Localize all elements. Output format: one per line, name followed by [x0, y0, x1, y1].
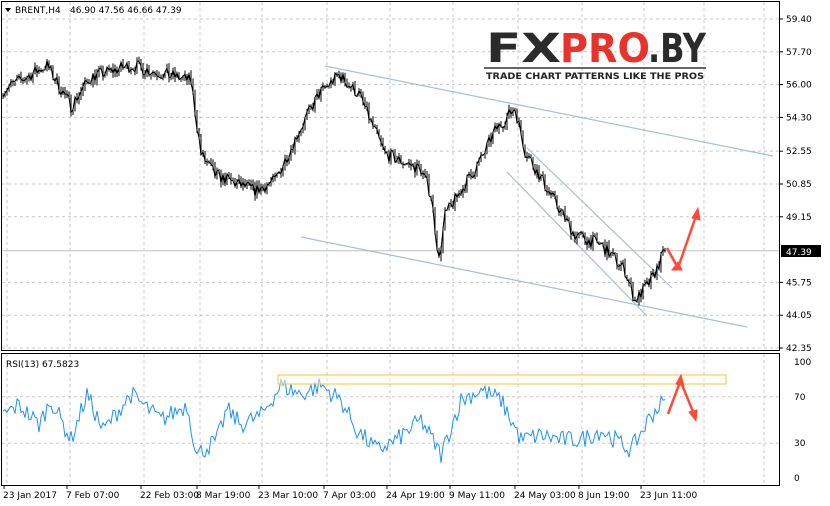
price-tick-label: 56.00 — [786, 81, 812, 91]
rsi-tick-label: 0 — [794, 474, 800, 484]
price-tick-label: 44.05 — [786, 311, 812, 321]
last-price-tag: 47.39 — [781, 245, 821, 258]
time-tick-label: 24 May 03:00 — [514, 491, 576, 501]
rsi-tick-label: 100 — [794, 358, 811, 368]
time-tick-label: 7 Feb 07:00 — [66, 491, 120, 501]
rsi-tick-label: 70 — [794, 393, 806, 403]
price-line — [2, 60, 666, 303]
ohlc-values: 46.90 47.56 46.66 47.39 — [70, 6, 182, 16]
collapse-triangle-icon[interactable] — [5, 8, 11, 12]
price-tick-label: 52.55 — [786, 147, 812, 157]
price-tick-label: 49.15 — [786, 213, 812, 223]
time-tick-label: 23 Jun 11:00 — [640, 491, 697, 501]
time-tick-label: 23 Mar 10:00 — [258, 491, 318, 501]
chart-area[interactable]: FX PRO .BY TRADE CHART PATTERNS LIKE THE… — [0, 0, 830, 506]
price-axis: 59.40 57.70 56.00 54.30 52.55 50.85 49.15 45.75… — [779, 15, 812, 354]
trendlines[interactable] — [300, 65, 774, 328]
rsi-resistance-zone[interactable] — [277, 374, 727, 385]
price-up-arrow-icon — [676, 215, 698, 269]
time-tick-label: 8 Mar 19:00 — [196, 491, 251, 501]
rsi-label: RSI(13) 67.5823 — [6, 360, 79, 370]
rsi-series — [2, 377, 666, 463]
time-tick-label: 23 Jan 2017 — [3, 491, 57, 501]
svg-text:.BY: .BY — [648, 26, 707, 72]
price-tick-label: 50.85 — [786, 180, 812, 190]
time-tick-label: 8 Jun 19:00 — [578, 491, 630, 501]
time-tick-label: 24 Apr 19:00 — [386, 491, 445, 501]
price-tick-label: 42.35 — [786, 344, 812, 354]
rsi-tick-label: 30 — [794, 439, 806, 449]
time-axis: 23 Jan 2017 7 Feb 07:00 22 Feb 03:008 Mar … — [3, 485, 697, 501]
rsi-axis: 100 70 30 0 — [794, 358, 811, 484]
fxpro-logo: FX PRO .BY TRADE CHART PATTERNS LIKE THE… — [484, 26, 707, 82]
rsi-line — [2, 377, 666, 463]
price-tick-label: 45.75 — [786, 278, 812, 288]
time-tick-label: 7 Apr 03:00 — [323, 491, 376, 501]
price-tick-label: 59.40 — [786, 15, 812, 25]
svg-text:PRO: PRO — [560, 26, 650, 72]
last-price-value: 47.39 — [786, 248, 812, 258]
svg-text:FX: FX — [486, 26, 561, 72]
price-series — [2, 56, 666, 306]
time-tick-label: 9 May 11:00 — [449, 491, 505, 501]
symbol-label: BRENT,H4 — [15, 6, 61, 16]
time-tick-label: 22 Feb 03:00 — [140, 491, 199, 501]
price-tick-label: 57.70 — [786, 48, 812, 58]
price-tick-label: 54.30 — [786, 113, 812, 123]
logo-tagline: TRADE CHART PATTERNS LIKE THE PROS — [486, 72, 704, 82]
rsi-up-arrow-icon — [666, 381, 682, 415]
